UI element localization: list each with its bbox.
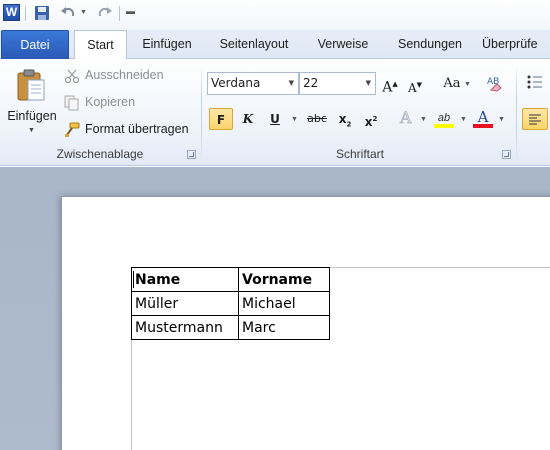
underline-button[interactable]: U: [265, 108, 285, 130]
table-cell[interactable]: Vorname: [238, 267, 330, 292]
cut-button[interactable]: Ausschneiden: [64, 65, 164, 85]
save-icon[interactable]: [34, 5, 50, 21]
paste-icon[interactable]: [16, 69, 46, 102]
document-page[interactable]: Name Vorname Müller Michael Mustermann M…: [62, 197, 550, 450]
table-cell[interactable]: Name: [131, 267, 239, 292]
align-left-icon[interactable]: [522, 108, 548, 130]
font-size-value: 22: [303, 76, 319, 90]
format-painter-icon: [64, 122, 80, 138]
copy-label: Kopieren: [85, 95, 136, 109]
group-separator: [516, 65, 517, 161]
paste-button[interactable]: Einfügen: [4, 109, 60, 123]
grow-font-button[interactable]: A▲: [380, 73, 400, 96]
tab-page-layout[interactable]: Seitenlayout: [208, 30, 300, 59]
undo-icon[interactable]: [60, 5, 76, 21]
tab-mailings[interactable]: Sendungen: [388, 30, 472, 59]
qat-separator: [119, 6, 120, 21]
highlight-icon: ab: [437, 112, 451, 124]
format-painter-button[interactable]: Format übertragen: [64, 119, 189, 139]
tab-start[interactable]: Start: [74, 30, 127, 60]
font-size-dropdown-icon[interactable]: ▼: [366, 73, 371, 94]
shrink-font-button[interactable]: A▼: [406, 74, 424, 96]
customize-icon[interactable]: ▬: [126, 6, 135, 16]
qat-separator: [25, 6, 26, 21]
tab-file[interactable]: Datei: [1, 30, 69, 59]
highlight-color-bar: [434, 124, 454, 128]
copy-button[interactable]: Kopieren: [64, 92, 135, 112]
table-cell[interactable]: Müller: [131, 291, 239, 316]
tab-references[interactable]: Verweise: [308, 30, 378, 59]
table-row: Müller Michael: [131, 291, 330, 316]
change-case-dropdown-icon[interactable]: ▼: [464, 81, 471, 88]
superscript-button[interactable]: x2: [361, 108, 381, 130]
strikethrough-button[interactable]: abc: [305, 108, 329, 130]
table-cell[interactable]: Marc: [238, 315, 330, 340]
ribbon-tabs: Datei Start Einfügen Seitenlayout Verwei…: [0, 30, 550, 60]
bullets-icon[interactable]: [524, 73, 546, 95]
group-separator: [201, 65, 202, 161]
shrink-font-icon: A: [407, 81, 417, 95]
tab-review[interactable]: Überprüfe: [482, 30, 550, 59]
name-table[interactable]: Name Vorname Müller Michael Mustermann M…: [131, 267, 330, 340]
subscript-mark: 2: [346, 120, 352, 129]
copy-icon: [64, 95, 80, 111]
format-painter-label: Format übertragen: [85, 122, 189, 136]
font-size-box[interactable]: 22 ▼: [299, 72, 376, 95]
grow-font-icon: A: [382, 79, 393, 96]
paste-dropdown-icon[interactable]: ▼: [28, 127, 35, 134]
superscript-mark: 2: [372, 115, 378, 123]
font-color-button[interactable]: A: [472, 106, 494, 128]
undo-dropdown-icon[interactable]: ▼: [80, 9, 87, 16]
table-cell[interactable]: Mustermann: [131, 315, 239, 340]
word-logo-icon[interactable]: W: [3, 4, 20, 21]
tab-insert[interactable]: Einfügen: [134, 30, 200, 59]
clipboard-group-label: Zwischenablage: [56, 147, 144, 161]
scissors-icon: [64, 68, 80, 84]
table-row: Name Vorname: [131, 267, 330, 292]
text-effects-dropdown-icon[interactable]: ▼: [420, 116, 427, 123]
font-name-box[interactable]: Verdana ▼: [207, 72, 299, 95]
text-effects-icon[interactable]: A: [397, 107, 417, 129]
clear-formatting-icon[interactable]: AB: [484, 73, 506, 95]
ribbon: Einfügen ▼ Ausschneiden Kopieren Format …: [0, 59, 550, 166]
redo-icon[interactable]: [97, 5, 113, 21]
text-cursor: [133, 271, 134, 288]
highlight-button[interactable]: ab: [432, 106, 456, 128]
font-name-value: Verdana: [211, 76, 261, 90]
table-cell[interactable]: Michael: [238, 291, 330, 316]
change-case-button[interactable]: Aa: [442, 73, 462, 95]
table-row: Mustermann Marc: [131, 315, 330, 340]
font-group-label: Schriftart: [335, 147, 384, 161]
clipboard-dialog-launcher-icon[interactable]: [187, 150, 196, 159]
document-area: Name Vorname Müller Michael Mustermann M…: [0, 167, 550, 450]
italic-button[interactable]: K: [238, 108, 258, 130]
underline-dropdown-icon[interactable]: ▼: [291, 116, 298, 123]
svg-text:A: A: [399, 108, 412, 127]
font-color-bar: [473, 124, 493, 128]
cut-label: Ausschneiden: [85, 68, 164, 82]
bold-button[interactable]: F: [209, 108, 233, 130]
font-dialog-launcher-icon[interactable]: [502, 150, 511, 159]
font-color-dropdown-icon[interactable]: ▼: [498, 116, 505, 123]
font-name-dropdown-icon[interactable]: ▼: [289, 73, 294, 94]
quick-access-toolbar: W ▼ ▬: [0, 0, 550, 30]
highlight-dropdown-icon[interactable]: ▼: [460, 116, 467, 123]
subscript-button[interactable]: x2: [335, 108, 355, 130]
